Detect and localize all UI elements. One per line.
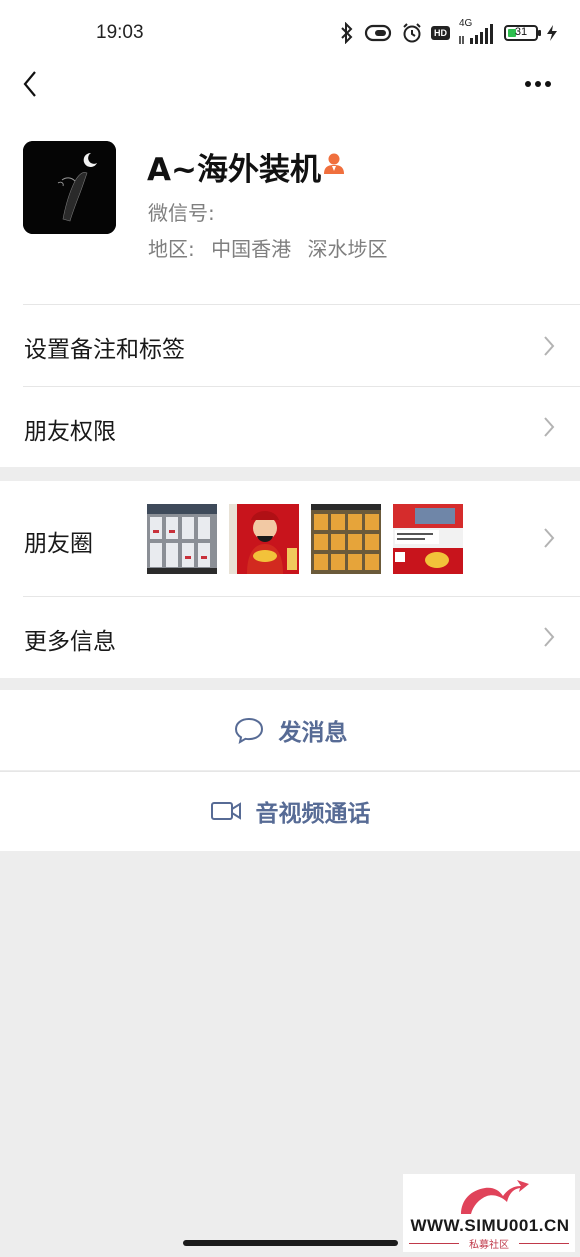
hd-badge: HD bbox=[431, 26, 450, 40]
video-camera-icon bbox=[210, 802, 241, 820]
moments-thumbnail bbox=[147, 504, 217, 574]
nav-bar bbox=[0, 64, 580, 104]
status-time: 19:03 bbox=[96, 22, 144, 43]
bluetooth-icon bbox=[341, 22, 353, 44]
watermark: WWW.SIMU001.CN 私募社区 bbox=[403, 1174, 575, 1252]
friend-permissions-row[interactable]: 朋友权限 bbox=[0, 386, 580, 467]
send-message-label: 发消息 bbox=[278, 720, 348, 746]
watermark-subtitle: 私募社区 bbox=[469, 1240, 509, 1251]
back-button[interactable] bbox=[14, 68, 46, 100]
video-call-label: 音视频通话 bbox=[255, 801, 371, 827]
moments-row[interactable]: 朋友圈 bbox=[0, 481, 580, 596]
battery-level: 31 bbox=[514, 26, 528, 38]
moments-thumbnail bbox=[311, 504, 381, 574]
chevron-right-icon bbox=[544, 528, 555, 548]
moments-thumbnail bbox=[229, 504, 299, 574]
watermark-text: WWW.SIMU001.CN bbox=[410, 1216, 570, 1235]
moments-thumbnail bbox=[393, 504, 463, 574]
divider bbox=[23, 386, 580, 387]
divider bbox=[23, 596, 580, 597]
profile-region: 地区: 中国香港 深水埗区 bbox=[148, 237, 388, 261]
chevron-right-icon bbox=[544, 336, 555, 356]
ellipsis-icon bbox=[525, 81, 551, 87]
watermark-logo-icon bbox=[461, 1180, 529, 1214]
chevron-right-icon bbox=[544, 627, 555, 647]
chat-bubble-icon bbox=[234, 717, 263, 744]
more-info-row[interactable]: 更多信息 bbox=[0, 596, 580, 678]
home-gesture-bar[interactable] bbox=[183, 1240, 398, 1246]
divider bbox=[23, 304, 580, 305]
profile-name: A~海外装机 bbox=[147, 152, 321, 188]
status-icons: HD 4G 31 bbox=[339, 18, 558, 46]
signal-icon: 4G bbox=[458, 18, 496, 46]
avatar[interactable] bbox=[23, 141, 116, 234]
send-message-button[interactable]: 发消息 bbox=[0, 690, 580, 770]
remark-tags-label: 设置备注和标签 bbox=[24, 337, 185, 363]
chevron-right-icon bbox=[544, 417, 555, 437]
profile-card: A~海外装机 微信号: 地区: 中国香港 深水埗区 bbox=[0, 104, 580, 304]
status-bar: 19:03 HD 4G 31 bbox=[0, 0, 580, 64]
avatar-image bbox=[23, 141, 116, 234]
more-info-label: 更多信息 bbox=[24, 629, 116, 655]
vibrate-icon bbox=[364, 24, 392, 42]
remark-tags-row[interactable]: 设置备注和标签 bbox=[0, 304, 580, 386]
person-badge-icon bbox=[324, 153, 344, 174]
chevron-left-icon bbox=[23, 71, 36, 97]
divider bbox=[0, 771, 580, 772]
more-button[interactable] bbox=[518, 68, 558, 100]
alarm-icon bbox=[403, 23, 421, 43]
video-call-button[interactable]: 音视频通话 bbox=[0, 771, 580, 851]
wechat-id-label: 微信号: bbox=[148, 201, 215, 225]
charging-icon bbox=[547, 25, 557, 41]
moments-label: 朋友圈 bbox=[24, 531, 93, 557]
friend-permissions-label: 朋友权限 bbox=[24, 419, 116, 445]
battery-icon: 31 bbox=[504, 25, 541, 41]
